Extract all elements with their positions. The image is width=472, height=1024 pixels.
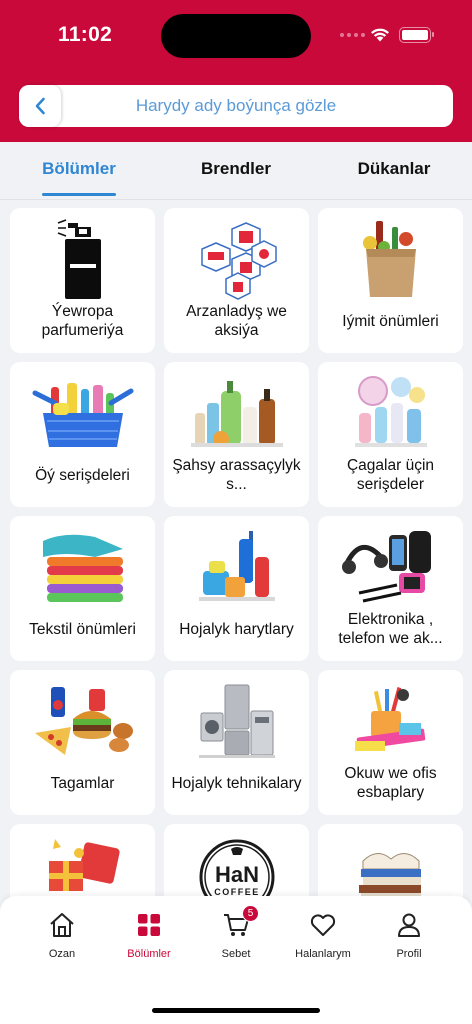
category-label: Elektronika , telefon we ak... — [338, 611, 443, 647]
electronics-icon — [318, 524, 463, 612]
dynamic-island — [161, 14, 311, 58]
tab-brendler[interactable]: Brendler — [193, 159, 279, 179]
home-indicator[interactable] — [152, 1008, 320, 1013]
chevron-left-icon — [35, 97, 45, 115]
category-label: Arzanladyş we aksiýa — [186, 303, 287, 339]
category-label: Çagalar üçin serişdeler — [346, 457, 435, 493]
category-card[interactable]: Elektronika , telefon we ak... — [318, 516, 463, 661]
stationery-icon — [318, 678, 463, 766]
category-card[interactable]: Ýewropa parfumeriýa — [10, 208, 155, 353]
category-card[interactable]: Öý serişdeleri — [10, 362, 155, 507]
fast-food-icon — [10, 678, 155, 766]
household-goods-icon — [164, 524, 309, 612]
tabbar-label: Halanlarym — [295, 948, 351, 960]
tabbar-item-sections[interactable]: Bölümler — [109, 910, 189, 960]
tabbar-label: Bölümler — [127, 948, 171, 960]
svg-text:HaN: HaN — [214, 862, 258, 887]
category-card[interactable] — [318, 824, 463, 900]
books-icon — [318, 832, 463, 900]
category-label: Şahsy arassaçylyk s... — [172, 457, 301, 493]
tab-dukanlar[interactable]: Dükanlar — [350, 159, 438, 179]
tabbar-item-profile[interactable]: Profil — [369, 910, 449, 960]
category-label: Hojalyk tehnikalary — [171, 774, 302, 792]
tab-bolumler[interactable]: Bölümler — [40, 159, 118, 179]
category-label: Öý serişdeleri — [35, 466, 130, 484]
discount-icon — [164, 216, 309, 304]
perfume-icon — [10, 216, 155, 304]
search-bar — [19, 85, 453, 127]
active-tab-indicator — [42, 193, 116, 196]
tabbar-item-home[interactable]: Ozan — [22, 910, 102, 960]
category-card[interactable]: Şahsy arassaçylyk s... — [164, 362, 309, 507]
baby-products-icon — [318, 370, 463, 458]
tabbar-item-cart[interactable]: 5 Sebet — [196, 905, 276, 960]
grocery-bag-icon — [318, 216, 463, 304]
bottom-tab-bar: Ozan Bölümler 5 Sebet Halanlarym Profil — [0, 896, 472, 1024]
category-card[interactable] — [10, 824, 155, 900]
back-button[interactable] — [19, 85, 61, 127]
heart-icon — [308, 910, 338, 940]
grid-icon — [134, 910, 164, 940]
tabbar-label: Ozan — [48, 948, 76, 960]
cart-badge: 5 — [242, 905, 259, 922]
gift-icon — [10, 832, 155, 900]
category-card[interactable]: Çagalar üçin serişdeler — [318, 362, 463, 507]
tabbar-label: Sebet — [221, 948, 251, 960]
battery-icon — [399, 27, 434, 43]
category-label: Tekstil önümleri — [29, 620, 136, 638]
category-label: Ýewropa parfumeriýa — [41, 303, 124, 339]
status-bar: 11:02 — [0, 0, 472, 70]
han-coffee-logo: HaN COFFEE — [164, 832, 309, 900]
category-label: Okuw we ofis esbaplary — [344, 765, 437, 801]
category-card[interactable]: Tekstil önümleri — [10, 516, 155, 661]
category-card[interactable]: HaN COFFEE — [164, 824, 309, 900]
category-card[interactable]: Hojalyk tehnikalary — [164, 670, 309, 815]
home-icon — [47, 910, 77, 940]
category-grid: Ýewropa parfumeriýa Arzanladyş we aksiýa — [0, 200, 472, 900]
category-card[interactable]: Arzanladyş we aksiýa — [164, 208, 309, 353]
cleaning-basket-icon — [10, 370, 155, 458]
category-card[interactable]: Hojalyk harytlary — [164, 516, 309, 661]
appliances-icon — [164, 678, 309, 766]
cart-icon: 5 — [221, 905, 259, 940]
search-input[interactable] — [69, 85, 453, 127]
hygiene-bottles-icon — [164, 370, 309, 458]
profile-icon — [394, 910, 424, 940]
category-tabs: Bölümler Brendler Dükanlar — [0, 142, 472, 200]
status-time: 11:02 — [58, 23, 113, 46]
towels-icon — [10, 524, 155, 612]
tabbar-item-favorites[interactable]: Halanlarym — [283, 910, 363, 960]
cellular-signal-icon — [340, 33, 365, 37]
category-card[interactable]: Okuw we ofis esbaplary — [318, 670, 463, 815]
app-header: 11:02 — [0, 0, 472, 142]
category-card[interactable]: Tagamlar — [10, 670, 155, 815]
category-label: Iýmit önümleri — [342, 312, 439, 330]
tabbar-label: Profil — [396, 948, 422, 960]
wifi-icon — [371, 28, 389, 42]
category-label: Hojalyk harytlary — [179, 620, 294, 638]
category-label: Tagamlar — [50, 774, 115, 792]
category-card[interactable]: Iýmit önümleri — [318, 208, 463, 353]
